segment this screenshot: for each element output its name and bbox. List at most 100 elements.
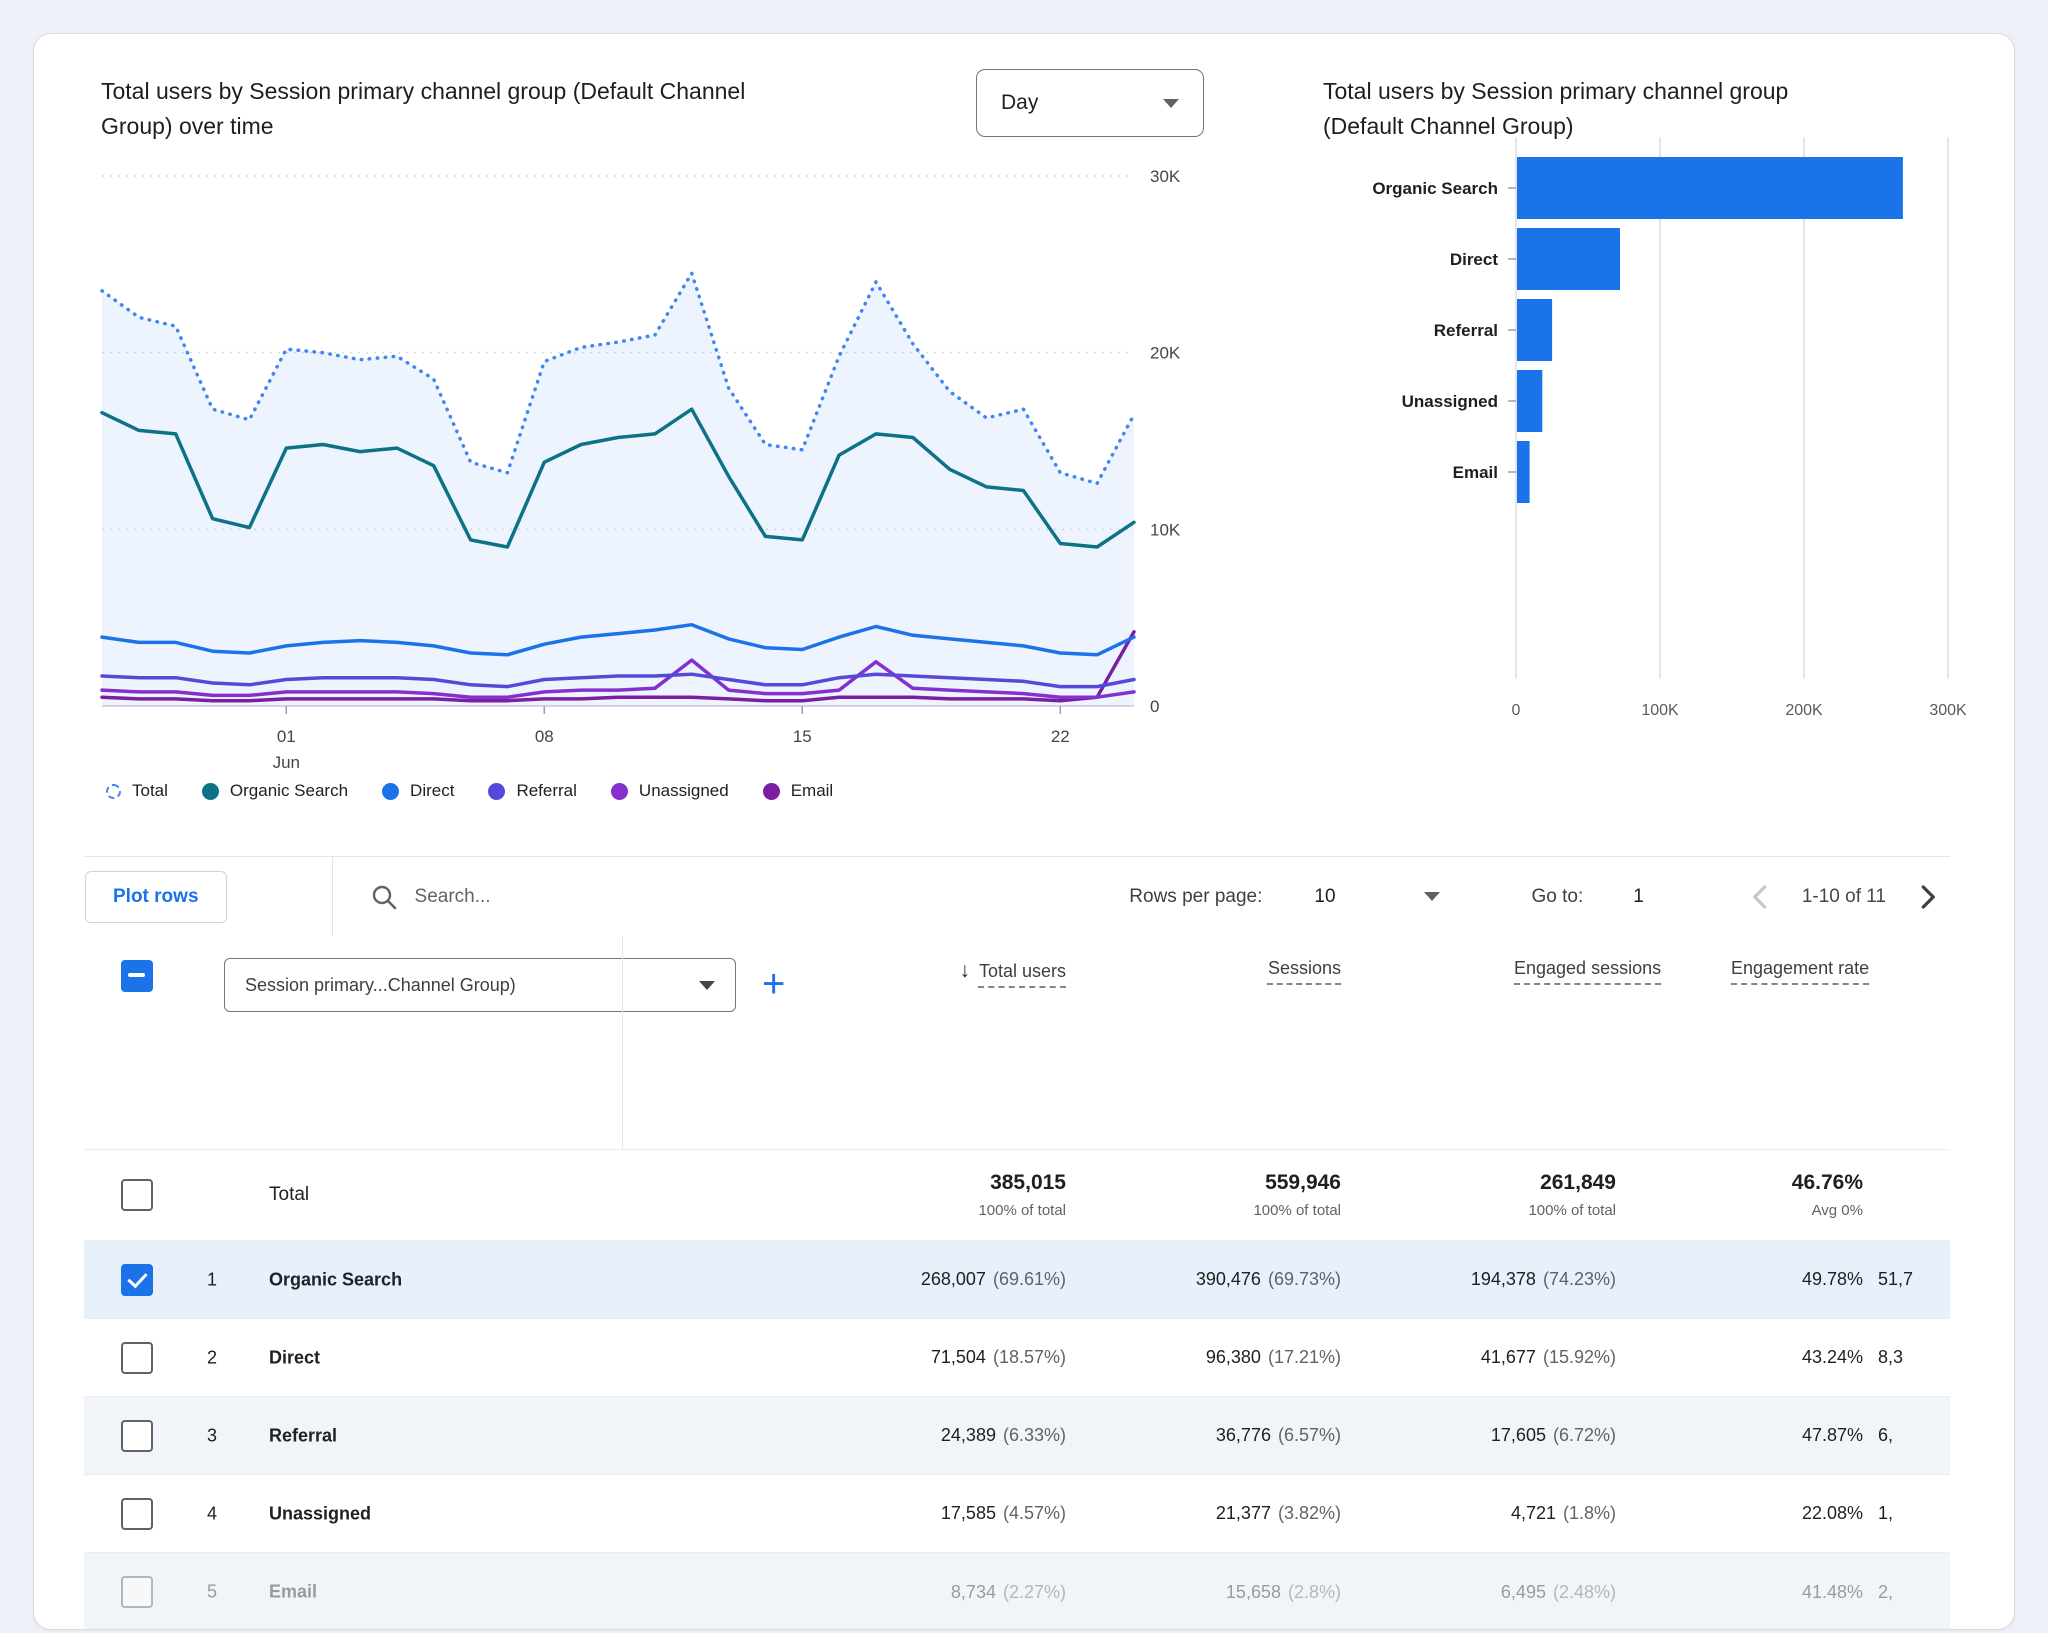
prev-page-icon[interactable]	[1746, 882, 1776, 912]
engagement-rate-cell: 46.76% Avg 0%	[1616, 1171, 1863, 1219]
plot-rows-button[interactable]: Plot rows	[85, 871, 227, 923]
sessions-cell: 559,946 100% of total	[1066, 1171, 1341, 1219]
row-checkbox[interactable]	[121, 1498, 153, 1530]
channels-bar-chart: 0100K200K300KOrganic SearchDirectReferra…	[1304, 119, 2004, 759]
channel-name: Email	[269, 1582, 317, 1603]
toolbar-divider	[332, 857, 333, 937]
row-checkbox[interactable]	[121, 1264, 153, 1296]
svg-text:300K: 300K	[1929, 702, 1967, 719]
chevron-down-icon[interactable]	[1424, 892, 1440, 901]
channel-table: Plot rows Rows per page: 10 Go to: 1 1-1…	[84, 856, 1950, 1630]
total-users-cell: 24,389(6.33%)	[622, 1425, 1066, 1446]
channel-name: Organic Search	[269, 1269, 402, 1290]
legend-item-organic-search[interactable]: Organic Search	[202, 781, 348, 801]
column-header-sessions[interactable]: Sessions	[1066, 952, 1341, 985]
legend-label: Direct	[410, 781, 454, 801]
rows-per-page-label: Rows per page:	[1129, 886, 1262, 908]
chart-legend: Total Organic Search Direct Referral Una…	[106, 781, 833, 801]
sessions-cell: 36,776(6.57%)	[1066, 1425, 1341, 1446]
sessions-cell: 390,476(69.73%)	[1066, 1269, 1341, 1290]
legend-swatch-icon	[382, 783, 399, 800]
table-toolbar: Plot rows Rows per page: 10 Go to: 1 1-1…	[84, 856, 1950, 936]
legend-swatch-icon	[202, 783, 219, 800]
engagement-rate-cell: 22.08%	[1616, 1503, 1863, 1524]
table-row: 4 Unassigned 17,585(4.57%) 21,377(3.82%)…	[84, 1475, 1950, 1553]
row-metrics: 17,585(4.57%) 21,377(3.82%) 4,721(1.8%) …	[622, 1475, 1951, 1552]
row-checkbox[interactable]	[121, 1342, 153, 1374]
clipped-cell: 2,	[1863, 1582, 1951, 1603]
sessions-cell: 96,380(17.21%)	[1066, 1347, 1341, 1368]
clipped-cell: 51,7	[1863, 1269, 1951, 1290]
legend-item-unassigned[interactable]: Unassigned	[611, 781, 729, 801]
svg-text:0: 0	[1512, 702, 1521, 719]
metric-headers: ↓Total users Sessions Engaged sessions E…	[622, 952, 1951, 1062]
table-row: 2 Direct 71,504(18.57%) 96,380(17.21%) 4…	[84, 1319, 1950, 1397]
legend-swatch-icon	[611, 783, 628, 800]
svg-text:20K: 20K	[1150, 344, 1181, 363]
select-all-checkbox[interactable]	[121, 960, 153, 992]
engaged-sessions-cell: 261,849 100% of total	[1341, 1171, 1616, 1219]
clipped-cell: 1,	[1863, 1503, 1951, 1524]
legend-item-total[interactable]: Total	[106, 781, 168, 801]
sort-desc-icon: ↓	[959, 959, 970, 982]
dimension-selector-value: Session primary...Channel Group)	[245, 975, 516, 996]
sessions-cell: 21,377(3.82%)	[1066, 1503, 1341, 1524]
legend-swatch-icon	[763, 783, 780, 800]
granularity-value: Day	[1001, 91, 1038, 115]
engaged-sessions-cell: 6,495(2.48%)	[1341, 1582, 1616, 1603]
row-checkbox[interactable]	[121, 1420, 153, 1452]
legend-item-email[interactable]: Email	[763, 781, 834, 801]
legend-label: Total	[132, 781, 168, 801]
legend-label: Unassigned	[639, 781, 729, 801]
engaged-sessions-cell: 17,605(6.72%)	[1341, 1425, 1616, 1446]
svg-text:08: 08	[535, 727, 554, 746]
total-label: Total	[269, 1184, 309, 1206]
search-input[interactable]	[415, 886, 745, 908]
svg-text:Email: Email	[1453, 463, 1498, 482]
legend-label: Email	[791, 781, 834, 801]
table-row: 5 Email 8,734(2.27%) 15,658(2.8%) 6,495(…	[84, 1553, 1950, 1630]
svg-text:22: 22	[1051, 727, 1070, 746]
clipped-cell: 6,	[1863, 1425, 1951, 1446]
engaged-sessions-cell: 194,378(74.23%)	[1341, 1269, 1616, 1290]
legend-item-referral[interactable]: Referral	[488, 781, 576, 801]
row-number: 4	[192, 1503, 232, 1524]
svg-text:200K: 200K	[1785, 702, 1823, 719]
svg-text:30K: 30K	[1150, 167, 1181, 186]
column-header-engaged-sessions[interactable]: Engaged sessions	[1341, 952, 1616, 985]
engagement-rate-cell: 47.87%	[1616, 1425, 1863, 1446]
report-card: Total users by Session primary channel g…	[33, 33, 2015, 1630]
svg-text:0: 0	[1150, 697, 1159, 716]
legend-swatch-icon	[488, 783, 505, 800]
timeseries-chart: 010K20K30K01Jun081522	[94, 126, 1214, 786]
legend-item-direct[interactable]: Direct	[382, 781, 454, 801]
column-header-total-users[interactable]: ↓Total users	[622, 952, 1066, 991]
svg-text:10K: 10K	[1150, 520, 1181, 539]
row-checkbox[interactable]	[121, 1179, 153, 1211]
channel-name: Referral	[269, 1425, 337, 1446]
total-metrics: 385,015 100% of total 559,946 100% of to…	[622, 1150, 1951, 1240]
engaged-sessions-cell: 41,677(15.92%)	[1341, 1347, 1616, 1368]
chevron-down-icon	[1163, 99, 1179, 108]
total-users-cell: 71,504(18.57%)	[622, 1347, 1066, 1368]
total-users-cell: 17,585(4.57%)	[622, 1503, 1066, 1524]
next-page-icon[interactable]	[1912, 882, 1942, 912]
row-metrics: 8,734(2.27%) 15,658(2.8%) 6,495(2.48%) 4…	[622, 1553, 1951, 1630]
row-checkbox[interactable]	[121, 1576, 153, 1608]
channel-name: Direct	[269, 1347, 320, 1368]
total-row: Total 385,015 100% of total 559,946 100%…	[84, 1149, 1950, 1241]
pagination-range: 1-10 of 11	[1802, 886, 1886, 908]
row-number: 3	[192, 1425, 232, 1446]
total-users-cell: 268,007(69.61%)	[622, 1269, 1066, 1290]
go-to-input[interactable]: 1	[1633, 886, 1644, 908]
sessions-cell: 15,658(2.8%)	[1066, 1582, 1341, 1603]
engagement-rate-cell: 41.48%	[1616, 1582, 1863, 1603]
row-metrics: 71,504(18.57%) 96,380(17.21%) 41,677(15.…	[622, 1319, 1951, 1396]
rows-per-page-select[interactable]: 10	[1314, 886, 1335, 908]
row-number: 1	[192, 1269, 232, 1290]
total-users-cell: 385,015 100% of total	[622, 1171, 1066, 1219]
column-header-engagement-rate[interactable]: Engagement rate	[1616, 952, 1863, 985]
legend-label: Referral	[516, 781, 576, 801]
legend-label: Organic Search	[230, 781, 348, 801]
engagement-rate-cell: 49.78%	[1616, 1269, 1863, 1290]
